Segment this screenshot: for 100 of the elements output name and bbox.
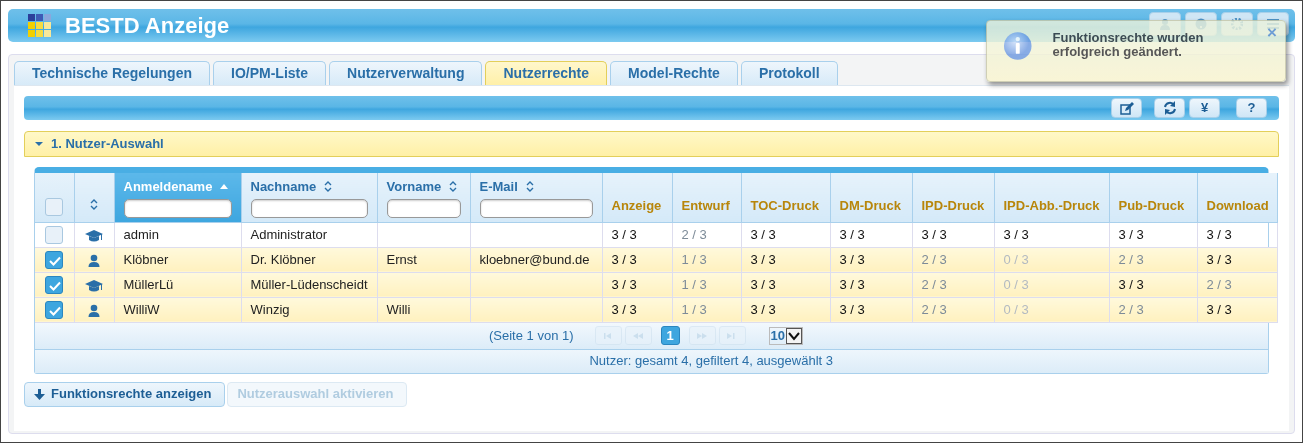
column-header: TOC-Druck (750, 198, 819, 213)
notification-message: Funktionsrechte wurden erfolgreich geändert. (1052, 31, 1205, 61)
table-cell: 3 / 3 (921, 226, 947, 242)
refresh-icon (1162, 101, 1177, 115)
table-cell: 3 / 3 (839, 226, 865, 242)
edit-icon (1119, 101, 1134, 115)
table-cell: 3 / 3 (1003, 226, 1029, 242)
page-size-select[interactable]: 10 (768, 326, 803, 345)
table-cell: 0 / 3 (1003, 276, 1029, 292)
table-cell: 3 / 3 (839, 276, 865, 292)
row-checkbox[interactable] (45, 276, 64, 295)
edit-button[interactable] (1111, 98, 1142, 118)
sort-icon[interactable] (324, 181, 333, 193)
column-header: DM-Druck (839, 198, 901, 213)
table-cell: 1 / 3 (681, 301, 707, 317)
table-cell: 3 / 3 (750, 276, 776, 292)
sort-icon[interactable] (525, 181, 534, 193)
table-cell: kloebner@bund.de (479, 251, 590, 267)
table-cell: 2 / 3 (1118, 301, 1144, 317)
filter-field[interactable] (123, 198, 232, 218)
table-cell: 3 / 3 (611, 226, 637, 242)
section-header[interactable]: 1. Nutzer-Auswahl (24, 131, 1279, 157)
page-button[interactable]: 1 (660, 326, 680, 345)
action-button[interactable]: Funktionsrechte anzeigen (24, 381, 226, 407)
next-page-icon (697, 331, 708, 340)
column-header: IPD-Abb.-Druck (1003, 198, 1100, 213)
table-cell: 2 / 3 (921, 251, 947, 267)
column-header: IPD-Druck (921, 198, 985, 213)
table-cell: 0 / 3 (1003, 301, 1029, 317)
table-cell: admin (123, 226, 159, 242)
table-cell: 3 / 3 (750, 251, 776, 267)
filter-field[interactable] (479, 198, 593, 218)
refresh-button[interactable] (1154, 98, 1185, 118)
tab[interactable]: IO/PM-Liste (213, 61, 326, 85)
prev-page-icon (633, 331, 644, 340)
table-cell: 2 / 3 (681, 226, 707, 242)
table-cell: 2 / 3 (1118, 251, 1144, 267)
person-icon (88, 253, 100, 267)
sort-icon[interactable] (90, 199, 98, 211)
table-cell: 3 / 3 (1118, 276, 1144, 292)
select-all-checkbox[interactable] (45, 197, 64, 216)
status-text: Nutzer: gesamt 4, gefiltert 4, ausgewählt 3 (589, 352, 833, 371)
table-cell: 3 / 3 (611, 276, 637, 292)
page-info: (Seite 1 von 1) (489, 326, 574, 345)
graduation-cap-icon (85, 278, 103, 292)
column-header: Download (1206, 198, 1269, 213)
table-cell: WilliW (123, 301, 160, 317)
table-cell: Dr. Klöbner (250, 251, 316, 267)
tab[interactable]: Nutzerverwaltung (329, 61, 483, 85)
tab[interactable]: Technische Regelungen (14, 61, 210, 85)
table-cell: Ernst (386, 251, 417, 267)
column-header: Anzeige (611, 198, 662, 213)
tab[interactable]: Protokoll (740, 61, 838, 85)
table-cell: Willi (386, 301, 411, 317)
table-cell: 1 / 3 (681, 276, 707, 292)
table-cell: 2 / 3 (921, 301, 947, 317)
table-cell: 3 / 3 (750, 301, 776, 317)
table-cell: 2 / 3 (1206, 276, 1232, 292)
close-button[interactable]: × (1267, 24, 1277, 41)
table-cell: 1 / 3 (681, 251, 707, 267)
graduation-cap-icon (85, 228, 103, 242)
table-cell: 3 / 3 (611, 301, 637, 317)
table-cell: 3 / 3 (1206, 226, 1232, 242)
table-cell: 2 / 3 (921, 276, 947, 292)
logo-icon (28, 14, 51, 37)
table-cell: Müller-Lüdenscheidt (250, 276, 368, 292)
filter-field[interactable] (386, 198, 461, 218)
arrow-down-icon (34, 388, 45, 400)
row-checkbox[interactable] (45, 301, 64, 320)
dropdown-icon (786, 327, 802, 344)
row-checkbox[interactable] (45, 251, 64, 270)
table-cell: 3 / 3 (750, 226, 776, 242)
table-cell: Klöbner (123, 251, 169, 267)
table-cell: 3 / 3 (839, 251, 865, 267)
last-page-icon (727, 331, 738, 340)
tab[interactable]: Nutzerrechte (485, 61, 608, 85)
info-icon (1003, 31, 1033, 61)
table-cell: 3 / 3 (1206, 301, 1232, 317)
table-cell: 3 / 3 (1206, 251, 1232, 267)
caret-down-icon[interactable] (35, 140, 43, 148)
toolbar-button[interactable]: ¥ (1189, 98, 1220, 118)
person-icon (88, 303, 100, 317)
table-cell: MüllerLü (123, 276, 174, 292)
toolbar-button[interactable]: ? (1236, 98, 1267, 118)
table-cell: Administrator (250, 226, 328, 242)
row-checkbox[interactable] (45, 226, 64, 245)
table-cell: Winzig (250, 301, 290, 317)
table-cell: 0 / 3 (1003, 251, 1029, 267)
column-header: Pub-Druck (1118, 198, 1185, 213)
section-title: 1. Nutzer-Auswahl (51, 135, 164, 154)
sort-icon[interactable] (449, 181, 458, 193)
filter-field[interactable] (250, 198, 368, 218)
column-header: Entwurf (681, 198, 730, 213)
first-page-icon (603, 331, 614, 340)
table-cell: 3 / 3 (611, 251, 637, 267)
tab[interactable]: Model-Rechte (610, 61, 738, 85)
sort-ascending-icon[interactable] (220, 183, 229, 191)
app-title: BESTD Anzeige (65, 12, 230, 40)
table-cell: 3 / 3 (1118, 226, 1144, 242)
column-header[interactable]: E-Mail (479, 177, 518, 197)
